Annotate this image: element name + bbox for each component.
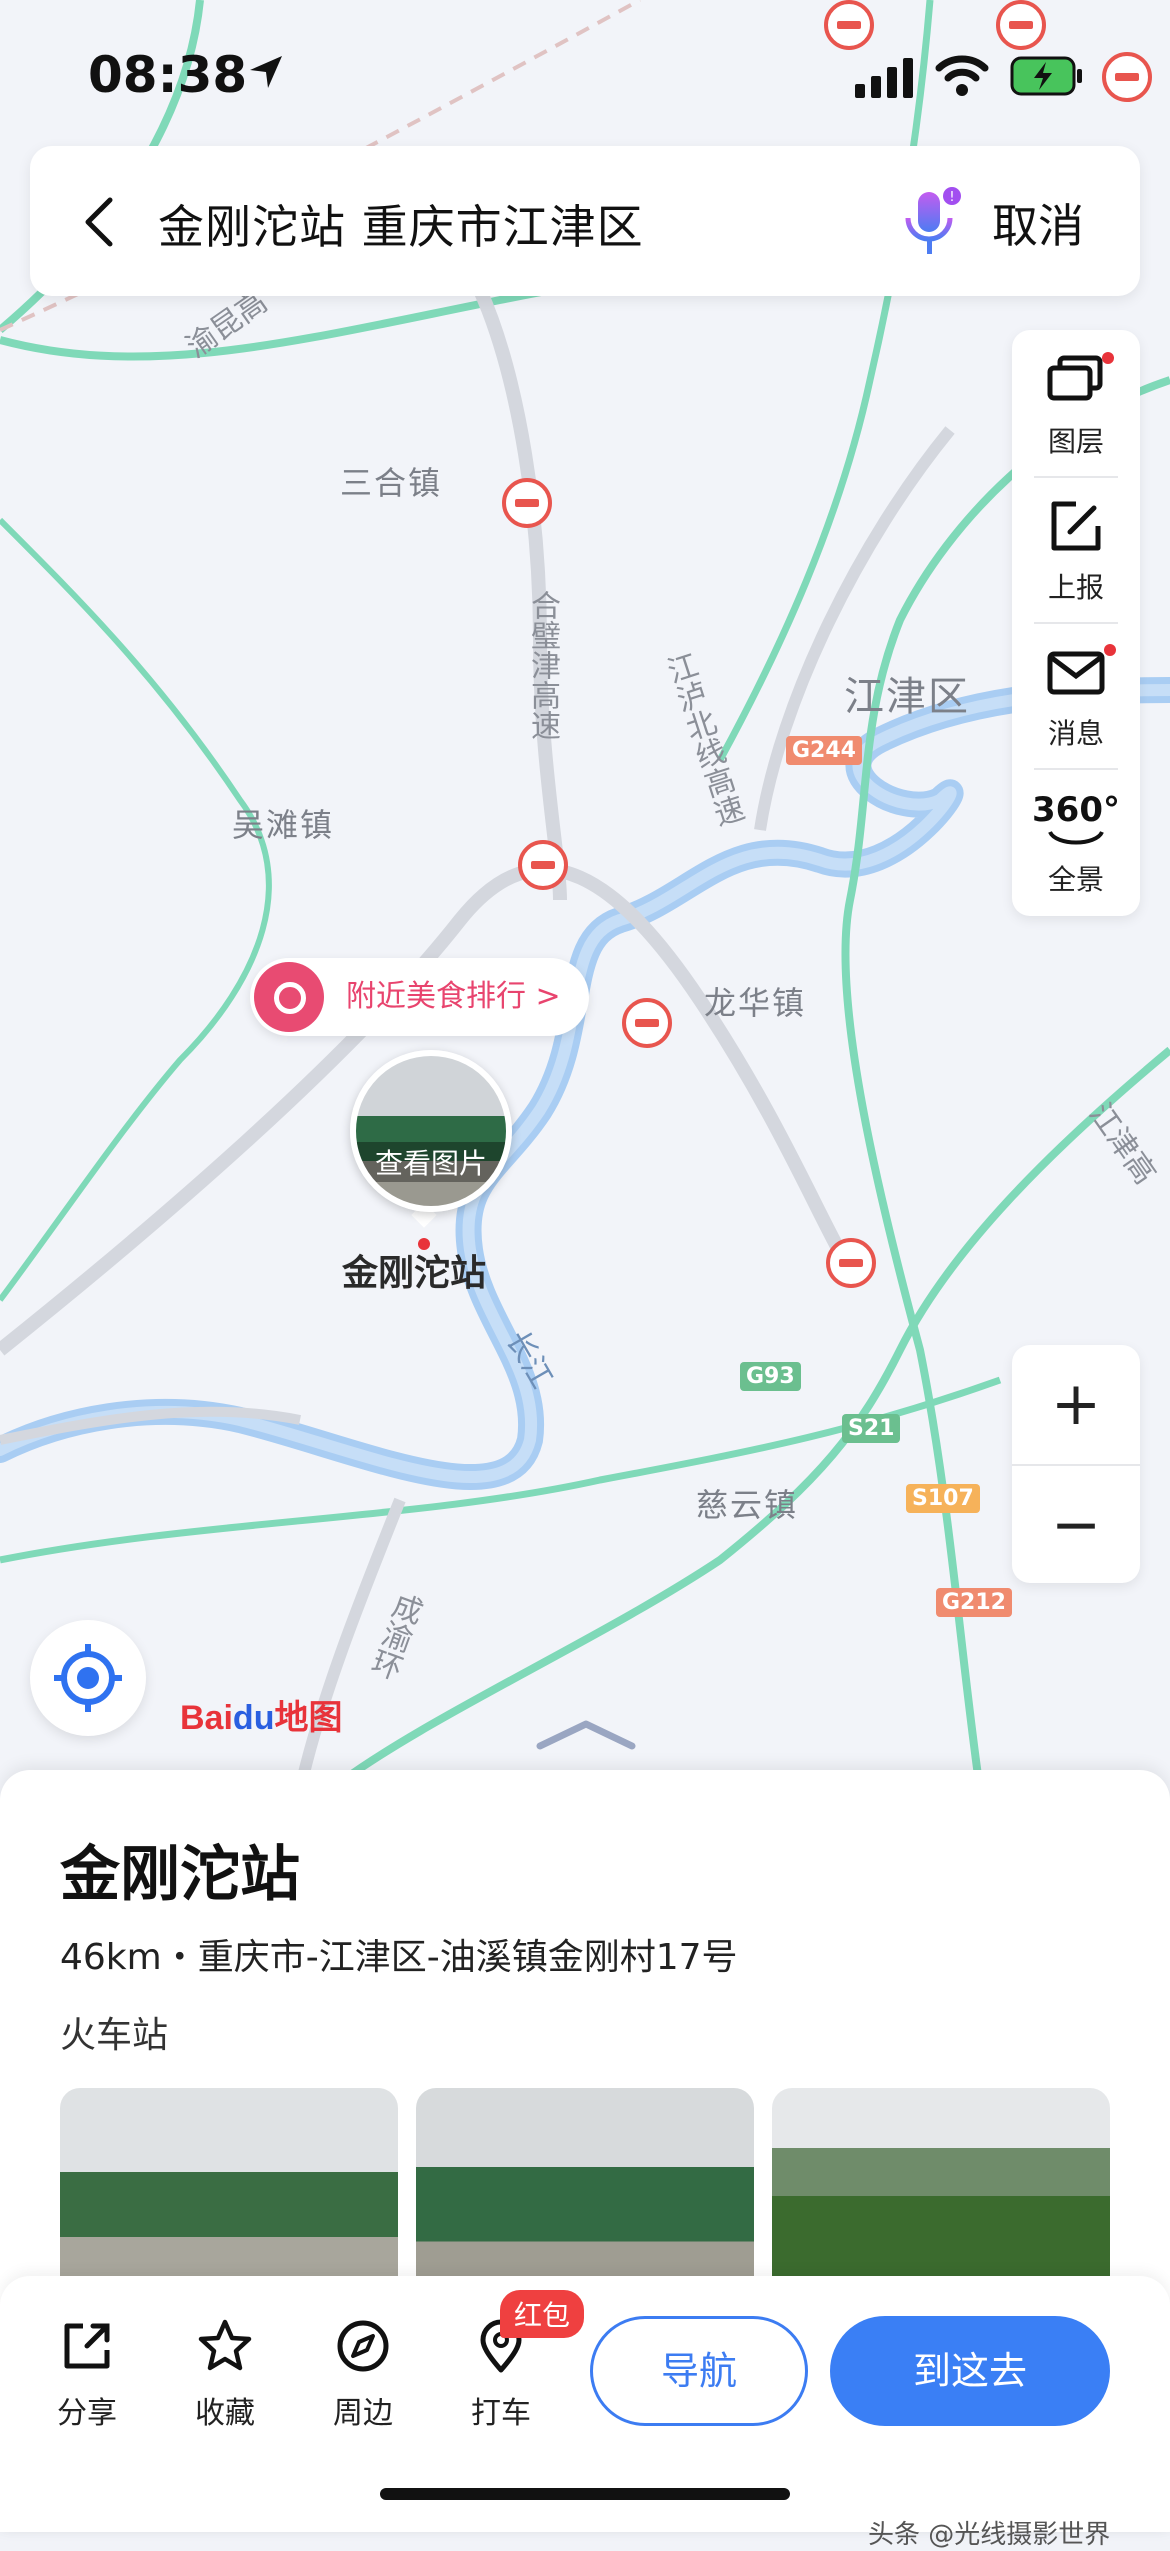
home-indicator[interactable] <box>380 2488 790 2500</box>
navigate-button[interactable]: 导航 <box>590 2316 808 2426</box>
town-label: 慈云镇 <box>696 1486 799 1524</box>
favorite-label: 收藏 <box>195 2396 255 2431</box>
road-shield: S107 <box>906 1484 980 1513</box>
town-label: 吴滩镇 <box>232 806 335 844</box>
mail-icon <box>1047 651 1105 695</box>
district-label: 江津区 <box>844 674 970 720</box>
share-button[interactable]: 分享 <box>32 2318 142 2432</box>
poi-map-label[interactable]: 金刚沱站 <box>342 1244 486 1296</box>
red-packet-badge: 红包 <box>500 2290 585 2338</box>
edit-report-icon <box>1051 501 1101 551</box>
road-label: 合璧津高速 <box>525 590 560 740</box>
speed-camera-icon[interactable] <box>502 478 552 528</box>
search-query[interactable]: 金刚沱站 重庆市江津区 <box>158 191 644 257</box>
layers-label: 图层 <box>1047 425 1104 458</box>
report-button[interactable]: 上报 <box>1012 476 1140 622</box>
zoom-control: + − <box>1012 1345 1140 1583</box>
sheet-expand-chevron-icon[interactable] <box>534 1716 638 1752</box>
road-shield: G244 <box>786 736 862 765</box>
report-label: 上报 <box>1047 571 1104 604</box>
food-ranking-label: 附近美食排行 > <box>346 979 561 1014</box>
star-icon <box>198 2319 252 2371</box>
zoom-in-button[interactable]: + <box>1012 1345 1140 1464</box>
battery-charging-icon <box>1010 56 1082 96</box>
road-shield: S21 <box>842 1414 901 1443</box>
layers-button[interactable]: 图层 <box>1012 330 1140 476</box>
search-bar[interactable]: 金刚沱站 重庆市江津区 ! 取消 <box>30 146 1140 296</box>
zoom-out-button[interactable]: − <box>1012 1464 1140 1585</box>
back-chevron-icon[interactable] <box>80 196 120 248</box>
place-address: 46km・重庆市-江津区-油溪镇金刚村17号 <box>60 1937 738 1978</box>
nearby-label: 周边 <box>333 2396 393 2431</box>
map-toolbar: 图层 上报 消息 360° 全景 <box>1012 330 1140 916</box>
compass-icon <box>337 2320 389 2372</box>
locate-crosshair-icon <box>54 1644 122 1712</box>
voice-microphone-icon[interactable]: ! <box>900 186 962 262</box>
food-compass-icon <box>254 962 324 1032</box>
layers-icon <box>1047 355 1103 401</box>
panorama-arc-icon <box>1048 830 1104 845</box>
watermark: 头条 @光线摄影世界 <box>868 2520 1111 2550</box>
speed-camera-icon[interactable] <box>622 998 672 1048</box>
road-shield: G93 <box>740 1362 801 1391</box>
notification-dot <box>1104 644 1116 656</box>
status-bar: 08:38 <box>0 0 1170 140</box>
wifi-icon <box>935 55 989 96</box>
share-label: 分享 <box>57 2396 117 2431</box>
panorama-button[interactable]: 360° 全景 <box>1012 768 1140 914</box>
place-title: 金刚沱站 <box>60 1840 300 1910</box>
messages-button[interactable]: 消息 <box>1012 622 1140 768</box>
go-here-button[interactable]: 到这去 <box>830 2316 1110 2426</box>
poi-photo-pin[interactable]: 查看图片 <box>350 1050 512 1212</box>
road-shield: G212 <box>936 1588 1012 1617</box>
locate-me-button[interactable] <box>30 1620 146 1736</box>
baidu-map-logo: Baidu地图 <box>180 1699 343 1737</box>
view-photos-label: 查看图片 <box>356 1142 506 1182</box>
status-time: 08:38 <box>88 46 248 104</box>
messages-label: 消息 <box>1047 717 1104 750</box>
panorama-360-icon: 360° <box>1032 790 1120 830</box>
notification-dot <box>1102 352 1114 364</box>
share-icon <box>64 2323 110 2369</box>
town-label: 三合镇 <box>340 464 443 502</box>
place-category: 火车站 <box>60 2015 169 2056</box>
town-label: 龙华镇 <box>704 984 807 1022</box>
cancel-button[interactable]: 取消 <box>992 190 1084 256</box>
location-arrow-icon <box>250 56 282 88</box>
panorama-label: 全景 <box>1047 863 1104 896</box>
speed-camera-icon[interactable] <box>826 1238 876 1288</box>
nearby-button[interactable]: 周边 <box>308 2318 418 2432</box>
favorite-button[interactable]: 收藏 <box>170 2318 280 2432</box>
speed-camera-icon[interactable] <box>518 840 568 890</box>
svg-text:!: ! <box>949 190 954 205</box>
cellular-signal-icon <box>855 58 913 98</box>
nearby-food-ranking-pill[interactable]: 附近美食排行 > <box>250 958 589 1036</box>
taxi-label: 打车 <box>471 2396 531 2431</box>
